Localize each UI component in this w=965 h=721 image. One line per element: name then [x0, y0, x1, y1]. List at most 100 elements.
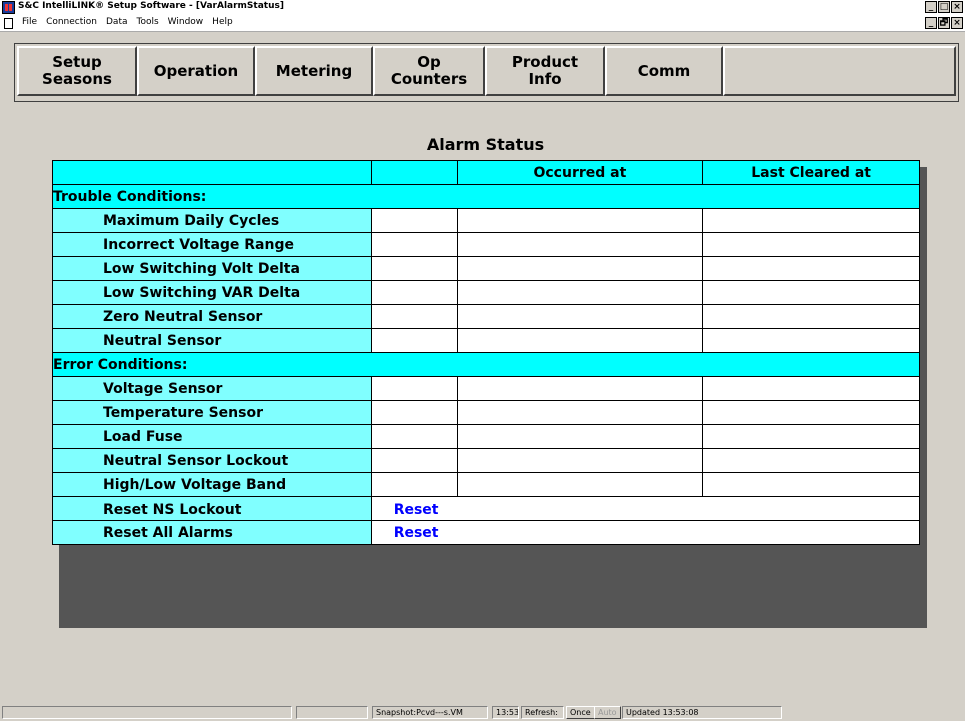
- refresh-auto-button[interactable]: Auto: [594, 706, 621, 719]
- status-cell: [370, 448, 458, 473]
- occurred-cell: [456, 256, 704, 281]
- occurred-cell: [456, 208, 704, 233]
- table-row: Neutral Sensor: [52, 328, 920, 353]
- occurred-cell: [456, 280, 704, 305]
- status-pane-2: [296, 706, 368, 719]
- table-row: Voltage Sensor: [52, 376, 920, 401]
- reset-ns-cell: Reset: [370, 496, 921, 521]
- app-icon: [2, 1, 15, 14]
- table-row: Zero Neutral Sensor: [52, 304, 920, 329]
- cleared-cell: [702, 280, 920, 305]
- comm-button[interactable]: Comm: [605, 46, 723, 96]
- section-row: Trouble Conditions:: [52, 184, 920, 209]
- table-row: Neutral Sensor Lockout: [52, 448, 920, 473]
- menu-window[interactable]: Window: [168, 17, 204, 27]
- reset-all-alarms-label: Reset All Alarms: [52, 520, 372, 545]
- refresh-label: Refresh:: [521, 706, 564, 719]
- cleared-cell: [702, 304, 920, 329]
- alarm-label: Low Switching Volt Delta: [52, 256, 372, 281]
- menu-help[interactable]: Help: [212, 17, 233, 27]
- cleared-cell: [702, 328, 920, 353]
- app-window: S&C IntelliLINK® Setup Software - [VarAl…: [0, 0, 965, 721]
- metering-button[interactable]: Metering: [255, 46, 373, 96]
- child-restore-button[interactable]: 🗗: [938, 17, 950, 29]
- window-title: S&C IntelliLINK® Setup Software - [VarAl…: [18, 1, 284, 11]
- page-title: Alarm Status: [426, 135, 545, 154]
- menu-file[interactable]: File: [22, 17, 37, 27]
- refresh-once-button[interactable]: Once: [566, 706, 595, 719]
- table-header-row: Occurred at Last Cleared at: [52, 160, 920, 185]
- cleared-cell: [702, 472, 920, 497]
- nav-toolbar: Setup Seasons Operation Metering Op Coun…: [14, 43, 959, 102]
- alarm-label: Maximum Daily Cycles: [52, 208, 372, 233]
- alarm-label: Incorrect Voltage Range: [52, 232, 372, 257]
- op-counters-button[interactable]: Op Counters: [373, 46, 485, 96]
- status-cell: [370, 232, 458, 257]
- minimize-button[interactable]: _: [925, 1, 937, 13]
- occurred-cell: [456, 376, 704, 401]
- maximize-button[interactable]: □: [938, 1, 950, 13]
- header-label-cell: [52, 160, 372, 185]
- reset-all-alarms-link[interactable]: Reset: [372, 525, 439, 541]
- table-row: Maximum Daily Cycles: [52, 208, 920, 233]
- status-cell: [370, 472, 458, 497]
- status-cell: [370, 376, 458, 401]
- title-bar: S&C IntelliLINK® Setup Software - [VarAl…: [0, 0, 965, 16]
- alarm-label: Load Fuse: [52, 424, 372, 449]
- occurred-cell: [456, 304, 704, 329]
- reset-all-row: Reset All Alarms Reset: [52, 520, 921, 545]
- menu-data[interactable]: Data: [106, 17, 128, 27]
- occurred-cell: [456, 232, 704, 257]
- reset-ns-lockout-link[interactable]: Reset: [372, 502, 439, 518]
- reset-all-cell: Reset: [370, 520, 921, 545]
- alarm-label: Temperature Sensor: [52, 400, 372, 425]
- status-cell: [370, 328, 458, 353]
- alarm-table: Occurred at Last Cleared at Trouble Cond…: [52, 160, 921, 545]
- menu-tools[interactable]: Tools: [137, 17, 159, 27]
- product-info-button[interactable]: Product Info: [485, 46, 605, 96]
- table-row: Low Switching Volt Delta: [52, 256, 920, 281]
- alarm-label: Neutral Sensor: [52, 328, 372, 353]
- occurred-cell: [456, 328, 704, 353]
- alarm-label: Neutral Sensor Lockout: [52, 448, 372, 473]
- cleared-cell: [702, 376, 920, 401]
- empty-nav-button: [723, 46, 956, 96]
- alarm-label: Zero Neutral Sensor: [52, 304, 372, 329]
- trouble-conditions-header: Trouble Conditions:: [52, 184, 920, 209]
- status-pane-1: [2, 706, 292, 719]
- table-row: Incorrect Voltage Range: [52, 232, 920, 257]
- snapshot-status: Snapshot:Pcvd---s.VM: [372, 706, 488, 719]
- menu-connection[interactable]: Connection: [46, 17, 97, 27]
- section-row: Error Conditions:: [52, 352, 920, 377]
- status-cell: [370, 256, 458, 281]
- status-cell: [370, 280, 458, 305]
- status-cell: [370, 208, 458, 233]
- occurred-cell: [456, 424, 704, 449]
- operation-button[interactable]: Operation: [137, 46, 255, 96]
- cleared-cell: [702, 448, 920, 473]
- child-close-button[interactable]: ×: [951, 17, 963, 29]
- occurred-at-header: Occurred at: [456, 160, 704, 185]
- table-row: High/Low Voltage Band: [52, 472, 920, 497]
- alarm-label: High/Low Voltage Band: [52, 472, 372, 497]
- status-cell: [370, 424, 458, 449]
- cleared-cell: [702, 424, 920, 449]
- occurred-cell: [456, 400, 704, 425]
- status-bar: Snapshot:Pcvd---s.VM 13:53 Refresh: Once…: [0, 705, 965, 721]
- reset-ns-lockout-label: Reset NS Lockout: [52, 496, 372, 521]
- table-row: Temperature Sensor: [52, 400, 920, 425]
- cleared-cell: [702, 208, 920, 233]
- cleared-cell: [702, 232, 920, 257]
- status-cell: [370, 400, 458, 425]
- alarm-label: Low Switching VAR Delta: [52, 280, 372, 305]
- table-row: Low Switching VAR Delta: [52, 280, 920, 305]
- document-icon[interactable]: [4, 18, 13, 29]
- child-minimize-button[interactable]: _: [925, 17, 937, 29]
- last-cleared-header: Last Cleared at: [702, 160, 920, 185]
- status-cell: [370, 304, 458, 329]
- setup-seasons-button[interactable]: Setup Seasons: [17, 46, 137, 96]
- cleared-cell: [702, 400, 920, 425]
- close-button[interactable]: ×: [951, 1, 963, 13]
- cleared-cell: [702, 256, 920, 281]
- occurred-cell: [456, 472, 704, 497]
